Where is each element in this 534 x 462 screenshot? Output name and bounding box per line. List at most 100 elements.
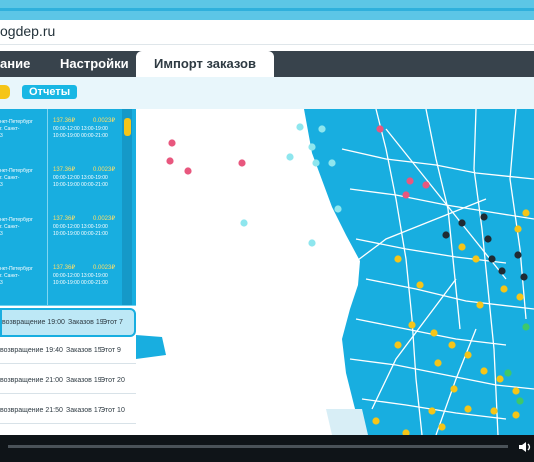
scroll-thumb[interactable]	[124, 118, 131, 136]
land-edge	[326, 409, 368, 435]
map-marker-yellow[interactable]	[434, 359, 442, 367]
volume-icon[interactable]	[518, 440, 532, 454]
stop-count: Этот 7	[102, 319, 123, 326]
map-marker-dark[interactable]	[520, 273, 528, 281]
map-marker-yellow[interactable]	[394, 255, 402, 263]
tab-bar: ание Настройки Импорт заказов	[0, 51, 534, 77]
map-marker-cyan[interactable]	[308, 143, 316, 151]
map-marker-yellow[interactable]	[450, 385, 458, 393]
route-price: 137.36₽	[53, 167, 76, 173]
order-count: Заказов 15	[66, 347, 102, 354]
order-row[interactable]: возвращение 19:40 Заказов 15 Этот 9	[0, 338, 136, 364]
order-row[interactable]: возвращение 19:00 Заказов 19 Этот 7	[0, 308, 136, 337]
route-schedule-line: 10:00-19:00 00:00-21:00	[53, 280, 108, 286]
tab-import-orders[interactable]: Импорт заказов	[136, 51, 274, 77]
map-marker-pink[interactable]	[376, 125, 384, 133]
playback-progress[interactable]	[8, 445, 508, 448]
map-marker-pink[interactable]	[184, 167, 192, 175]
map-view[interactable]	[136, 109, 534, 435]
map-marker-yellow[interactable]	[514, 225, 522, 233]
map-marker-yellow[interactable]	[496, 375, 504, 383]
route-card[interactable]: нкт-Петербург г. Санкт- 3 137.36₽ 0.0023₽ 00:…	[0, 207, 136, 257]
map-marker-yellow[interactable]	[408, 321, 416, 329]
map-marker-cyan[interactable]	[308, 239, 316, 247]
map-marker-cyan[interactable]	[296, 123, 304, 131]
map-marker-yellow[interactable]	[448, 341, 456, 349]
order-count: Заказов 19	[68, 319, 104, 326]
map-marker-green[interactable]	[504, 369, 512, 377]
map-marker-yellow[interactable]	[430, 329, 438, 337]
map-marker-yellow[interactable]	[490, 407, 498, 415]
map-marker-cyan[interactable]	[318, 125, 326, 133]
route-card[interactable]: нкт-Петербург г. Санкт- 3 137.36₽ 0.0023₽ 00:…	[0, 109, 136, 159]
map-marker-yellow[interactable]	[522, 209, 530, 217]
route-separator	[47, 256, 48, 305]
map-marker-cyan[interactable]	[328, 159, 336, 167]
tab-settings[interactable]: Настройки	[60, 56, 129, 71]
map-marker-yellow[interactable]	[516, 293, 524, 301]
map-marker-yellow[interactable]	[472, 255, 480, 263]
route-address-line: нкт-Петербург	[0, 217, 33, 223]
map-marker-pink[interactable]	[422, 181, 430, 189]
order-count: Заказов 19	[66, 377, 102, 384]
top-stripe	[0, 8, 534, 11]
map-marker-yellow[interactable]	[464, 351, 472, 359]
stop-count: Этот 10	[100, 407, 125, 414]
order-row[interactable]: возвращение 21:00 Заказов 19 Этот 20	[0, 368, 136, 394]
address-bar[interactable]: ogdep.ru	[0, 20, 534, 45]
map-marker-dark[interactable]	[442, 231, 450, 239]
map-marker-dark[interactable]	[480, 213, 488, 221]
route-address-line: 3	[0, 231, 3, 237]
route-separator	[47, 158, 48, 207]
map-marker-cyan[interactable]	[312, 159, 320, 167]
route-schedule-line: 10:00-19:00 00:00-21:00	[53, 133, 108, 139]
route-schedule-line: 00:00-12:00 13:00-19:00	[53, 224, 108, 230]
map-marker-cyan[interactable]	[286, 153, 294, 161]
route-schedule-line: 10:00-19:00 00:00-21:00	[53, 231, 108, 237]
map-marker-yellow[interactable]	[512, 411, 520, 419]
map-marker-cyan[interactable]	[240, 219, 248, 227]
tab-planning[interactable]: ание	[0, 56, 30, 71]
route-list-scrollbar[interactable]	[122, 109, 132, 305]
map-marker-pink[interactable]	[406, 177, 414, 185]
map-marker-pink[interactable]	[238, 159, 246, 167]
map-marker-yellow[interactable]	[458, 243, 466, 251]
map-marker-dark[interactable]	[498, 267, 506, 275]
route-address-line: г. Санкт-	[0, 175, 20, 181]
reports-button[interactable]: Отчеты	[22, 85, 78, 99]
route-address-line: г. Санкт-	[0, 126, 20, 132]
route-card[interactable]: нкт-Петербург г. Санкт- 3 137.36₽ 0.0023₽ 00:…	[0, 158, 136, 208]
map-marker-yellow[interactable]	[438, 423, 446, 431]
return-time: возвращение 19:40	[0, 347, 63, 354]
map-marker-dark[interactable]	[458, 219, 466, 227]
route-address-line: нкт-Петербург	[0, 168, 33, 174]
route-card[interactable]: нкт-Петербург г. Санкт- 3 137.36₽ 0.0023₽ 00:…	[0, 256, 136, 306]
map-marker-yellow[interactable]	[372, 417, 380, 425]
map-marker-yellow[interactable]	[476, 301, 484, 309]
map-marker-yellow[interactable]	[394, 341, 402, 349]
map-marker-yellow[interactable]	[480, 367, 488, 375]
map-marker-cyan[interactable]	[334, 205, 342, 213]
route-address-line: нкт-Петербург	[0, 119, 33, 125]
order-row[interactable]: возвращение 21:50 Заказов 17 Этот 10	[0, 398, 136, 424]
map-marker-green[interactable]	[516, 397, 524, 405]
map-marker-pink[interactable]	[166, 157, 174, 165]
stop-count: Этот 20	[100, 377, 125, 384]
map-marker-pink[interactable]	[168, 139, 176, 147]
route-list-panel: нкт-Петербург г. Санкт- 3 137.36₽ 0.0023₽ 00:…	[0, 109, 136, 435]
map-marker-yellow[interactable]	[428, 407, 436, 415]
map-marker-yellow[interactable]	[512, 387, 520, 395]
map-marker-yellow[interactable]	[416, 281, 424, 289]
map-marker-yellow[interactable]	[464, 405, 472, 413]
map-marker-dark[interactable]	[488, 255, 496, 263]
route-address-line: 3	[0, 280, 3, 286]
map-marker-yellow[interactable]	[500, 285, 508, 293]
return-time: возвращение 21:00	[0, 377, 63, 384]
map-marker-dark[interactable]	[484, 235, 492, 243]
yellow-filter-button[interactable]	[0, 85, 10, 99]
map-marker-green[interactable]	[522, 323, 530, 331]
map-marker-pink[interactable]	[402, 191, 410, 199]
route-address-line: нкт-Петербург	[0, 266, 33, 272]
map-marker-dark[interactable]	[514, 251, 522, 259]
city-map[interactable]	[136, 109, 534, 435]
